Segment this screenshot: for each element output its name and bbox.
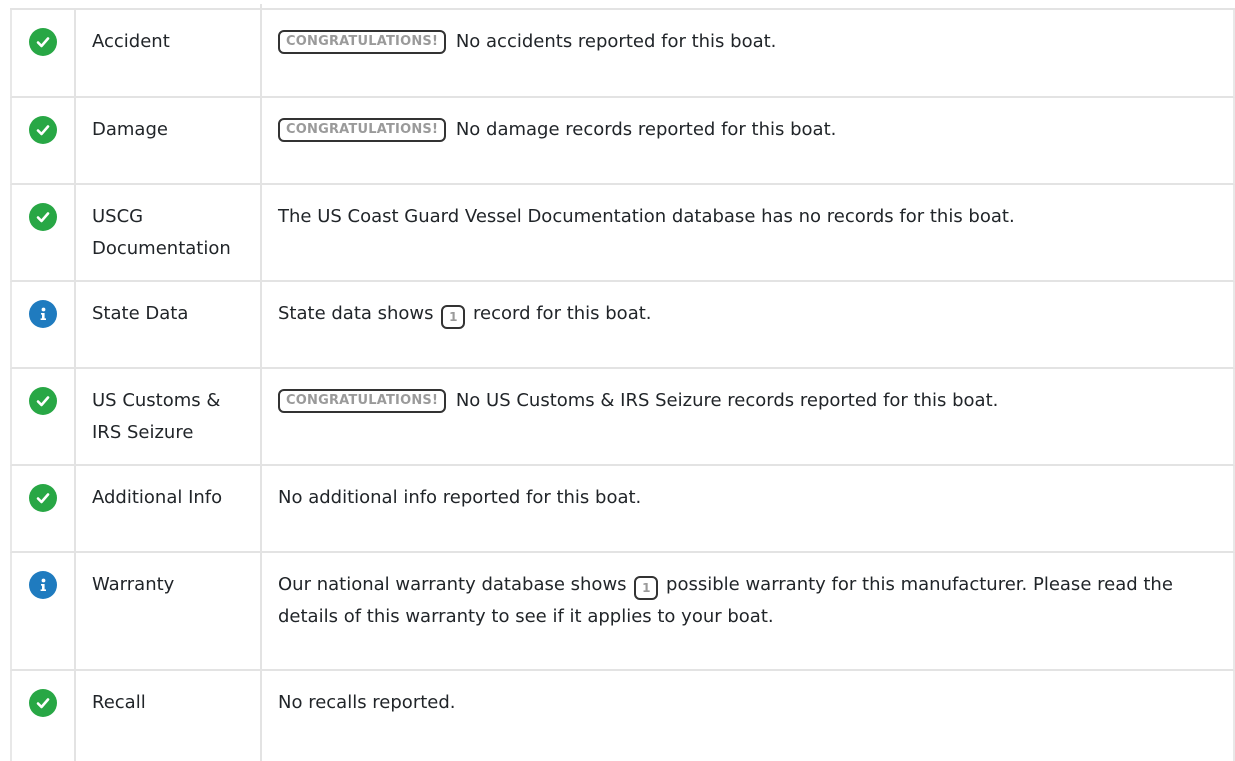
description-text-before: Our national warranty database shows — [278, 574, 627, 595]
row-description: The US Coast Guard Vessel Documentation … — [262, 179, 1233, 280]
row-description: No additional info reported for this boa… — [262, 460, 1233, 551]
info-circle-icon — [29, 300, 57, 328]
description-text: No damage records reported for this boat… — [455, 119, 837, 140]
description-text: No recalls reported. — [278, 692, 456, 713]
congratulations-badge: CONGRATULATIONS! — [278, 389, 447, 413]
report-row-state-data: State Data State data shows 1 record for… — [10, 276, 1235, 369]
row-label: Damage — [76, 92, 262, 183]
report-row-recall: Recall No recalls reported. — [10, 665, 1235, 761]
row-label: Warranty — [76, 547, 262, 669]
row-description: CONGRATULATIONS! No accidents reported f… — [262, 4, 1233, 96]
status-cell — [12, 185, 76, 280]
check-circle-icon — [29, 387, 57, 415]
status-cell — [12, 466, 76, 551]
description-text: No US Customs & IRS Seizure records repo… — [455, 390, 999, 411]
description-text: The US Coast Guard Vessel Documentation … — [278, 206, 1015, 227]
check-circle-icon — [29, 484, 57, 512]
row-description: State data shows 1 record for this boat. — [262, 276, 1233, 367]
row-label: Additional Info — [76, 460, 262, 551]
row-label: State Data — [76, 276, 262, 367]
row-label: Accident — [76, 4, 262, 96]
info-circle-icon — [29, 571, 57, 599]
check-circle-icon — [29, 28, 57, 56]
status-cell — [12, 553, 76, 669]
report-row-customs-seizure: US Customs & IRS Seizure CONGRATULATIONS… — [10, 363, 1235, 466]
row-label: US Customs & IRS Seizure — [76, 363, 262, 464]
row-label: USCG Documentation — [76, 179, 262, 280]
report-row-warranty: Warranty Our national warranty database … — [10, 547, 1235, 671]
row-label: Recall — [76, 665, 262, 761]
status-cell — [12, 10, 76, 96]
row-description: CONGRATULATIONS! No damage records repor… — [262, 92, 1233, 183]
description-text: No accidents reported for this boat. — [455, 31, 777, 52]
report-row-additional-info: Additional Info No additional info repor… — [10, 460, 1235, 553]
status-cell — [12, 369, 76, 464]
warranty-count-badge: 1 — [634, 576, 659, 600]
status-cell — [12, 671, 76, 761]
check-circle-icon — [29, 689, 57, 717]
row-description: No recalls reported. — [262, 665, 1233, 761]
report-row-accident: Accident CONGRATULATIONS! No accidents r… — [10, 4, 1235, 98]
description-text: No additional info reported for this boa… — [278, 487, 642, 508]
description-text-after: record for this boat. — [473, 303, 652, 324]
description-text-before: State data shows — [278, 303, 434, 324]
record-count-badge: 1 — [441, 305, 466, 329]
row-description: Our national warranty database shows 1 p… — [262, 547, 1233, 669]
check-circle-icon — [29, 116, 57, 144]
report-row-damage: Damage CONGRATULATIONS! No damage record… — [10, 92, 1235, 185]
check-circle-icon — [29, 203, 57, 231]
report-row-uscg: USCG Documentation The US Coast Guard Ve… — [10, 179, 1235, 282]
row-description: CONGRATULATIONS! No US Customs & IRS Sei… — [262, 363, 1233, 464]
history-report-table: Accident CONGRATULATIONS! No accidents r… — [10, 4, 1235, 761]
congratulations-badge: CONGRATULATIONS! — [278, 30, 447, 54]
congratulations-badge: CONGRATULATIONS! — [278, 118, 447, 142]
status-cell — [12, 98, 76, 183]
status-cell — [12, 282, 76, 367]
